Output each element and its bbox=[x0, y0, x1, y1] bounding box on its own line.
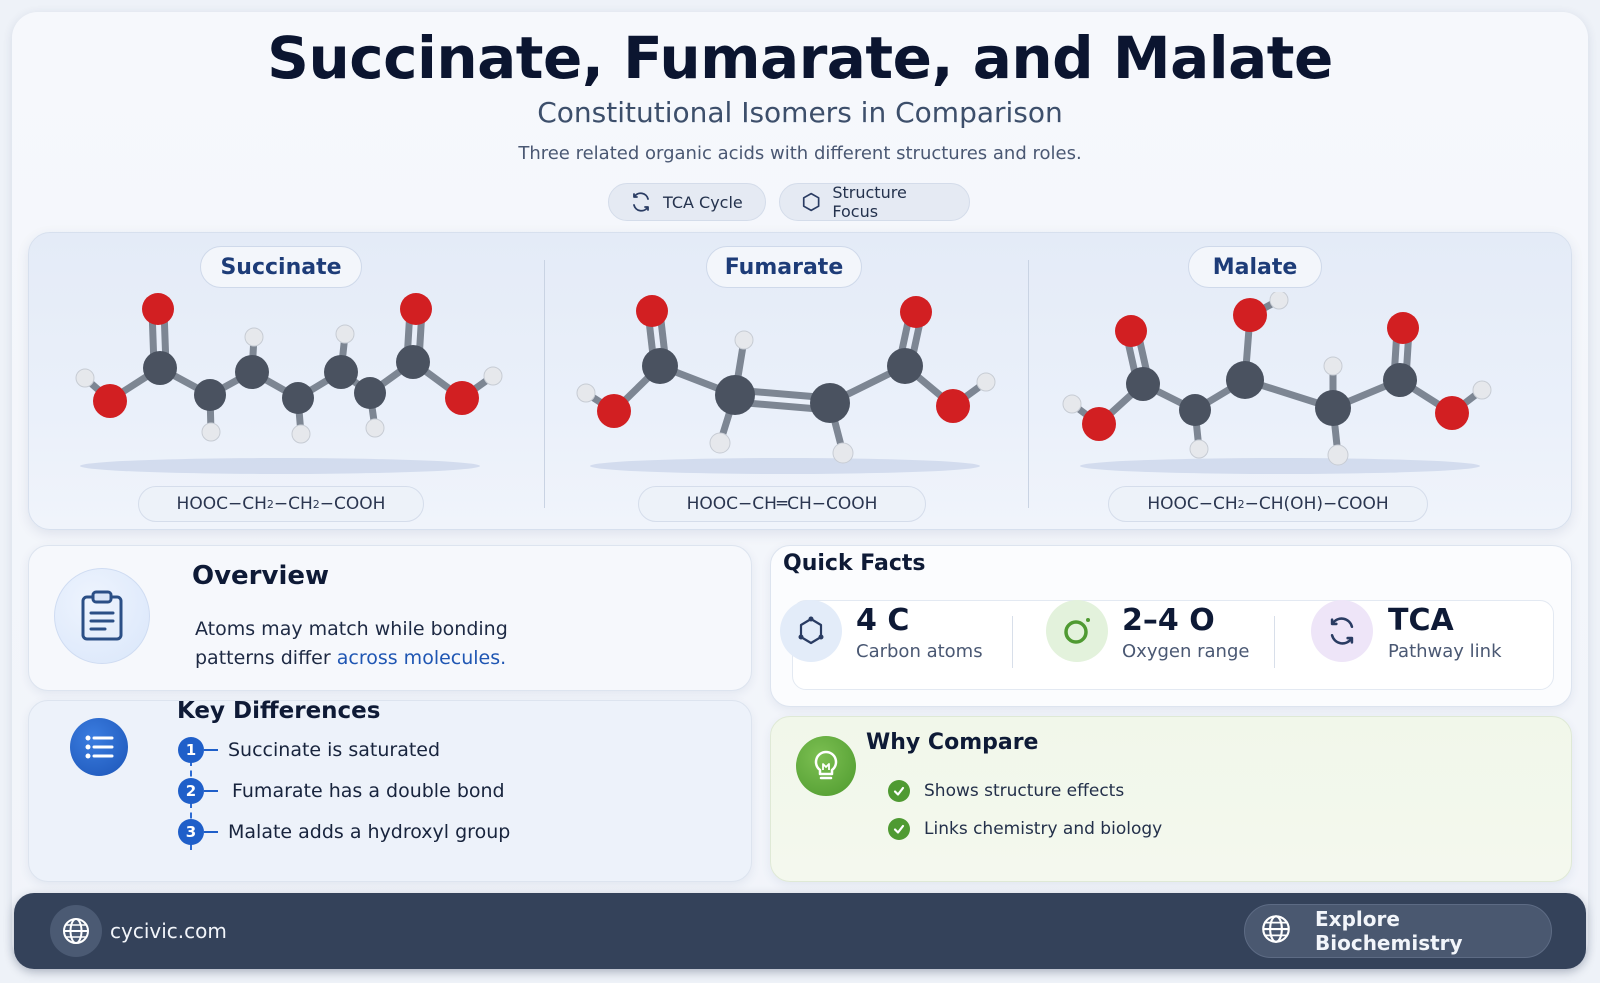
fact-value: 4 C bbox=[856, 603, 910, 638]
fact-value: TCA bbox=[1388, 603, 1454, 638]
fact-label: Pathway link bbox=[1388, 641, 1502, 662]
cycle-arrows-icon bbox=[1311, 600, 1373, 662]
list-item: Links chemistry and biology bbox=[888, 818, 1162, 840]
overview-title: Overview bbox=[192, 561, 330, 591]
site-link[interactable]: cycivic.com bbox=[110, 919, 227, 943]
chip-structure-focus[interactable]: Structure Focus bbox=[779, 183, 970, 221]
check-icon bbox=[888, 818, 910, 840]
chip-label: Structure Focus bbox=[832, 183, 907, 221]
list-icon bbox=[70, 718, 128, 776]
chip-tca-cycle[interactable]: TCA Cycle bbox=[608, 183, 766, 221]
quick-facts-title: Quick Facts bbox=[783, 551, 926, 576]
fumarate-model bbox=[576, 295, 996, 474]
malate-model bbox=[1062, 292, 1492, 474]
list-item: 1 Succinate is saturated bbox=[178, 736, 440, 764]
divider bbox=[1012, 616, 1013, 668]
hexagon-icon bbox=[802, 192, 820, 212]
molecule-name-succinate: Succinate bbox=[200, 246, 362, 288]
fact-label: Oxygen range bbox=[1122, 641, 1250, 662]
divider bbox=[1274, 616, 1275, 668]
fact-label: Carbon atoms bbox=[856, 641, 983, 662]
cycle-arrows-icon bbox=[633, 192, 649, 212]
succinate-model bbox=[75, 293, 503, 474]
formula-succinate: HOOC−CH 2 −CH 2 −COOH bbox=[138, 486, 424, 522]
list-item: Shows structure effects bbox=[888, 780, 1124, 802]
overview-text: Atoms may match while bonding patterns d… bbox=[195, 618, 508, 669]
why-compare-title: Why Compare bbox=[866, 730, 1039, 755]
lightbulb-icon bbox=[796, 736, 856, 796]
page-subtitle: Constitutional Isomers in Comparison bbox=[537, 96, 1063, 129]
globe-icon bbox=[1259, 912, 1293, 951]
oxygen-icon bbox=[1046, 600, 1108, 662]
divider bbox=[544, 260, 545, 508]
list-item: 3 Malate adds a hydroxyl group bbox=[178, 818, 510, 846]
molecule-name-malate: Malate bbox=[1188, 246, 1322, 288]
fact-value: 2–4 O bbox=[1122, 603, 1215, 638]
molecule-name-fumarate: Fumarate bbox=[706, 246, 862, 288]
formula-malate: HOOC−CH 2 −CH(OH)−COOH bbox=[1108, 486, 1428, 522]
page-title: Succinate, Fumarate, and Malate bbox=[267, 24, 1333, 92]
divider bbox=[1028, 260, 1029, 508]
explore-biochemistry-button[interactable]: Explore Biochemistry bbox=[1244, 904, 1552, 958]
chip-label: TCA Cycle bbox=[663, 192, 743, 212]
check-icon bbox=[888, 780, 910, 802]
button-label: Explore Biochemistry bbox=[1315, 907, 1463, 955]
list-item: 2 Fumarate has a double bond bbox=[178, 777, 505, 805]
molecule-icon bbox=[780, 600, 842, 662]
globe-icon bbox=[50, 905, 102, 957]
key-differences-title: Key Differences bbox=[177, 698, 381, 724]
page-tagline: Three related organic acids with differe… bbox=[518, 143, 1082, 164]
formula-fumarate: HOOC−CH═CH−COOH bbox=[638, 486, 926, 522]
clipboard-icon bbox=[54, 568, 150, 664]
